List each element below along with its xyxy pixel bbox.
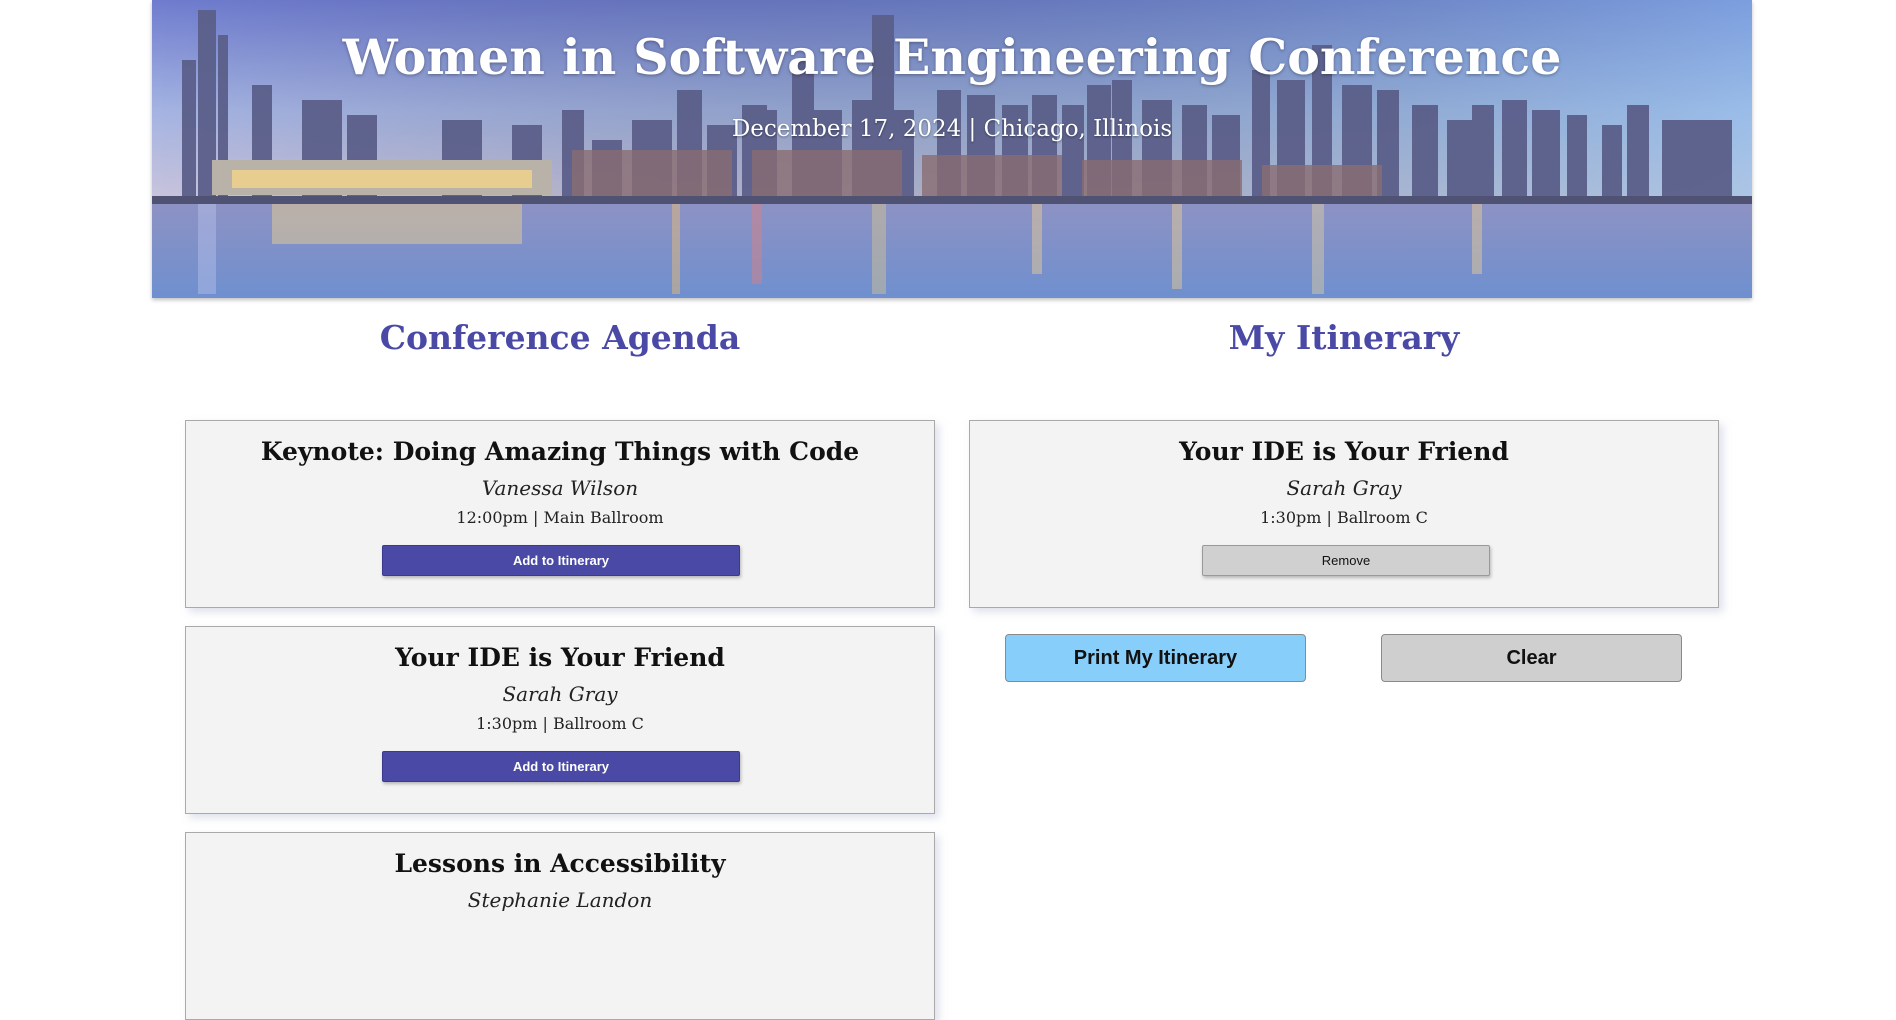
session-title: Your IDE is Your Friend (1179, 437, 1509, 466)
agenda-session-card: Lessons in Accessibility Stephanie Lando… (185, 832, 935, 1020)
session-title: Lessons in Accessibility (394, 849, 726, 878)
session-time-location: 1:30pm | Ballroom C (476, 714, 644, 733)
itinerary-heading: My Itinerary (1228, 318, 1460, 357)
session-speaker: Stephanie Landon (467, 888, 653, 912)
itinerary-session-card: Your IDE is Your Friend Sarah Gray 1:30p… (969, 420, 1719, 608)
session-title: Your IDE is Your Friend (395, 643, 725, 672)
session-time-location: 1:30pm | Ballroom C (1260, 508, 1428, 527)
agenda-session-card: Keynote: Doing Amazing Things with Code … (185, 420, 935, 608)
conference-date-location: December 17, 2024 | Chicago, Illinois (731, 116, 1173, 142)
add-to-itinerary-button[interactable]: Add to Itinerary (382, 751, 740, 782)
remove-from-itinerary-button[interactable]: Remove (1202, 545, 1490, 576)
session-speaker: Vanessa Wilson (481, 476, 639, 500)
agenda-session-card: Your IDE is Your Friend Sarah Gray 1:30p… (185, 626, 935, 814)
header-banner: Women in Software Engineering Conference… (152, 0, 1752, 298)
print-itinerary-button[interactable]: Print My Itinerary (1005, 634, 1306, 682)
session-title: Keynote: Doing Amazing Things with Code (260, 437, 860, 466)
conference-title: Women in Software Engineering Conference (342, 28, 1562, 86)
agenda-heading: Conference Agenda (379, 318, 741, 357)
session-time-location: 12:00pm | Main Ballroom (456, 508, 664, 527)
session-speaker: Sarah Gray (1286, 476, 1402, 500)
clear-itinerary-button[interactable]: Clear (1381, 634, 1682, 682)
add-to-itinerary-button[interactable]: Add to Itinerary (382, 545, 740, 576)
session-speaker: Sarah Gray (502, 682, 618, 706)
